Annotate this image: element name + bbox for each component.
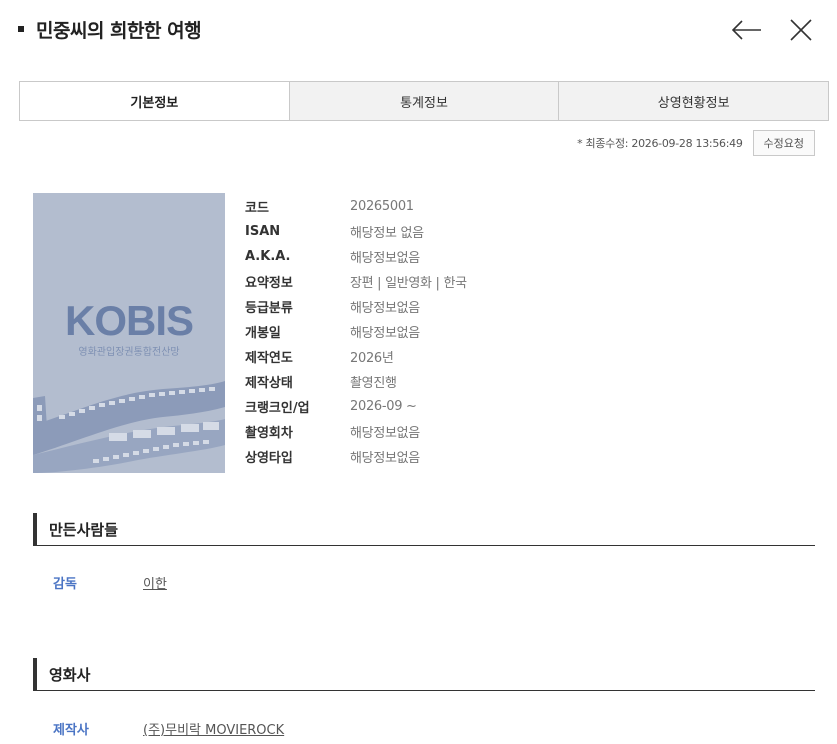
info-row-summary: 요약정보 장편 | 일반영화 | 한국 xyxy=(245,269,467,294)
info-value: 해당정보없음 xyxy=(350,251,420,266)
info-value: 2026년 xyxy=(350,351,394,366)
poster-logo: KOBIS xyxy=(65,297,193,344)
info-label: 크랭크인/업 xyxy=(245,401,310,416)
close-button[interactable] xyxy=(785,16,817,44)
info-row-production-year: 제작연도 2026년 xyxy=(245,344,467,369)
page-header: 민중씨의 희한한 여행 xyxy=(18,14,202,44)
info-row-crank: 크랭크인/업 2026-09 ~ xyxy=(245,394,467,419)
movie-info-table: 코드 20265001 ISAN 해당정보 없음 A.K.A. 해당정보없음 요… xyxy=(245,194,467,469)
info-label: ISAN xyxy=(245,224,281,239)
header-actions xyxy=(731,16,817,44)
info-row-production-status: 제작상태 촬영진행 xyxy=(245,369,467,394)
section-header-makers: 만든사람들 xyxy=(33,513,815,546)
close-icon xyxy=(790,19,812,41)
poster-image: KOBIS 영화관입장권통합전산망 xyxy=(33,193,225,473)
info-value: 해당정보없음 xyxy=(350,326,420,341)
info-value: 해당정보없음 xyxy=(350,451,420,466)
info-value: 촬영진행 xyxy=(350,376,397,391)
person-name-link[interactable]: 이한 xyxy=(143,573,167,592)
poster-logo-subtext: 영화관입장권통합전산망 xyxy=(78,345,179,358)
info-label: 코드 xyxy=(245,201,269,216)
title-bullet-icon xyxy=(18,26,24,32)
company-name-link[interactable]: (주)무비락 MOVIEROCK xyxy=(143,719,284,738)
person-role: 감독 xyxy=(53,577,77,592)
info-label: 제작연도 xyxy=(245,351,293,366)
page-title: 민중씨의 희한한 여행 xyxy=(36,19,202,42)
info-row-code: 코드 20265001 xyxy=(245,194,467,219)
info-value: 해당정보없음 xyxy=(350,301,420,316)
info-label: 제작상태 xyxy=(245,376,293,391)
info-row-release-date: 개봉일 해당정보없음 xyxy=(245,319,467,344)
info-label: 요약정보 xyxy=(245,276,293,291)
info-label: 촬영회차 xyxy=(245,426,293,441)
tab-bar: 기본정보 통계정보 상영현황정보 xyxy=(19,81,829,121)
info-label: 개봉일 xyxy=(245,326,281,341)
info-value: 해당정보없음 xyxy=(350,426,420,441)
section-title: 영화사 xyxy=(49,665,91,684)
info-label: 상영타입 xyxy=(245,451,293,466)
info-row-rating: 등급분류 해당정보없음 xyxy=(245,294,467,319)
tab-basic-info[interactable]: 기본정보 xyxy=(20,82,289,120)
tab-screening-status[interactable]: 상영현황정보 xyxy=(558,82,829,120)
arrow-left-icon xyxy=(732,20,761,40)
edit-request-button[interactable]: 수정요청 xyxy=(752,130,815,156)
info-value: 해당정보 없음 xyxy=(350,226,424,241)
info-row-screening-type: 상영타입 해당정보없음 xyxy=(245,444,467,469)
back-button[interactable] xyxy=(731,16,763,44)
company-row-production: 제작사 (주)무비락 MOVIEROCK xyxy=(53,719,284,738)
company-role: 제작사 xyxy=(53,723,89,738)
info-label: A.K.A. xyxy=(245,249,291,264)
update-info: * 최종수정: 2026-09-28 13:56:49 수정요청 xyxy=(577,130,815,156)
info-value: 장편 | 일반영화 | 한국 xyxy=(350,276,467,291)
info-value: 20265001 xyxy=(350,199,414,214)
last-modified-text: * 최종수정: 2026-09-28 13:56:49 xyxy=(577,137,743,150)
tab-statistics[interactable]: 통계정보 xyxy=(288,82,559,120)
info-row-isan: ISAN 해당정보 없음 xyxy=(245,219,467,244)
info-row-aka: A.K.A. 해당정보없음 xyxy=(245,244,467,269)
info-value: 2026-09 ~ xyxy=(350,399,417,414)
info-label: 등급분류 xyxy=(245,301,293,316)
section-title: 만든사람들 xyxy=(49,520,119,539)
person-row-director: 감독 이한 xyxy=(53,573,167,592)
info-row-shooting-count: 촬영회차 해당정보없음 xyxy=(245,419,467,444)
section-header-companies: 영화사 xyxy=(33,658,815,691)
